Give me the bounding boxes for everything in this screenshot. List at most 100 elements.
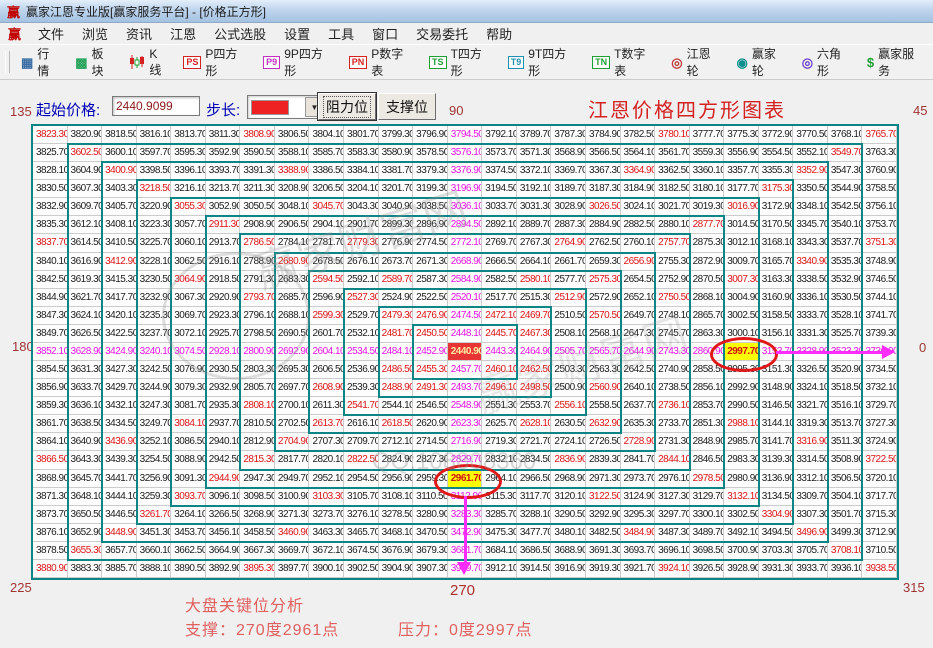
grid-cell: 3628.90: [67, 342, 103, 362]
toolbar-button-gann-wheel[interactable]: ◎ 江恩轮: [664, 45, 729, 79]
grid-cell: 3110.50: [413, 487, 448, 506]
grid-cell: 3244.90: [136, 379, 172, 398]
grid-cell: 2863.30: [689, 324, 725, 343]
grid-cell: 3475.30: [482, 523, 517, 542]
support-button[interactable]: 支撑位: [378, 93, 436, 120]
grid-cell: 2865.70: [689, 306, 725, 325]
grid-cell: 3465.70: [344, 523, 379, 542]
grid-cell: 2956.90: [378, 469, 414, 488]
grid-cell: 3362.50: [655, 162, 690, 181]
analysis-title: 大盘关键位分析: [185, 598, 305, 615]
grid-cell: 3576.10: [447, 144, 483, 163]
grid-cell: 3501.70: [827, 505, 863, 524]
grid-cell: 3808.90: [240, 126, 275, 145]
grid-cell: 3578.50: [413, 144, 448, 163]
grid-cell: 2644.90: [620, 342, 656, 362]
grid-cell: 3146.50: [758, 397, 794, 416]
grid-cell: 3936.10: [827, 559, 863, 578]
toolbar-label: T四方形: [450, 47, 482, 78]
grid-cell: 3736.90: [862, 342, 897, 362]
menu-item[interactable]: 资讯: [117, 22, 161, 45]
grid-cell: 3722.50: [862, 451, 897, 470]
grid-cell: 3652.90: [67, 523, 103, 542]
menu-item[interactable]: 文件: [29, 22, 73, 45]
grid-cell: 2985.70: [724, 433, 759, 452]
toolbar-button-p-square[interactable]: PS P四方形: [176, 45, 256, 79]
grid-cell: 2443.30: [482, 342, 517, 362]
grid-cell: 3873.70: [33, 505, 68, 524]
grid-cell: 3775.30: [724, 126, 759, 145]
toolbar-button-quotes[interactable]: ▦ 行情: [14, 45, 68, 79]
toolbar-button-9p-square[interactable]: P9 9P四方形: [256, 45, 342, 79]
grid-cell: 3489.70: [689, 523, 725, 542]
start-price-input[interactable]: [112, 96, 200, 116]
menu-item[interactable]: 窗口: [363, 22, 407, 45]
grid-cell: 3252.10: [136, 433, 172, 452]
grid-cell: 2877.70: [689, 216, 725, 235]
grid-cell: 3688.90: [551, 541, 586, 560]
grid-cell: 2690.50: [274, 324, 310, 343]
toolbar-button-p-number[interactable]: PN P数字表: [342, 45, 422, 79]
menu-item[interactable]: 浏览: [73, 22, 117, 45]
toolbar-button-winner-wheel[interactable]: ◉ 赢家轮: [729, 45, 794, 79]
grid-cell: 3924.10: [655, 559, 690, 578]
grid-cell: 3568.90: [551, 144, 586, 163]
toolbar-button-kline[interactable]: K线: [122, 47, 176, 78]
grid-cell: 3194.50: [482, 180, 517, 199]
grid-cell: 2457.70: [447, 361, 483, 380]
grid-cell: 2548.90: [447, 397, 483, 416]
grid-cell: 3784.90: [585, 126, 621, 145]
grid-cell: 3912.10: [482, 559, 517, 578]
grid-cell: 3295.30: [620, 505, 656, 524]
grid-cell: 3748.90: [862, 252, 897, 271]
grid-cell: 2450.50: [413, 324, 448, 343]
grid-cell: 2534.50: [344, 342, 379, 362]
menu-item[interactable]: 江恩: [161, 22, 205, 45]
toolbar-button-9t-square[interactable]: T9 9T四方形: [501, 45, 585, 79]
resistance-button[interactable]: 阻力位: [317, 92, 377, 121]
grid-cell: 3254.50: [136, 451, 172, 470]
grid-cell: 3420.10: [102, 306, 137, 325]
grid-cell: 2630.50: [551, 415, 586, 434]
toolbar-button-hexagon[interactable]: ◎ 六角形: [795, 45, 860, 79]
grid-cell: 2618.50: [378, 415, 414, 434]
grid-cell: 2623.30: [447, 415, 483, 434]
grid-cell: 3081.70: [171, 397, 206, 416]
grid-cell: 3336.10: [793, 288, 828, 307]
grid-cell: 3856.90: [33, 379, 68, 398]
grid-cell: 3612.10: [67, 216, 103, 235]
grid-cell: 2916.10: [205, 252, 241, 271]
grid-cell: 3667.30: [240, 541, 275, 560]
toolbar-button-t-square[interactable]: TS T四方形: [422, 45, 501, 79]
grid-cell: 3712.90: [862, 523, 897, 542]
menu-item[interactable]: 交易委托: [407, 22, 477, 45]
hexagon-icon: ◎: [801, 54, 814, 70]
grid-cell: 3602.50: [67, 144, 103, 163]
grid-cell: 3360.10: [689, 162, 725, 181]
toolbar-button-t-number[interactable]: TN T数字表: [585, 45, 664, 79]
grid-cell: 2515.30: [516, 288, 552, 307]
grid-cell: 3830.50: [33, 180, 68, 199]
grid-cell: 2628.10: [516, 415, 552, 434]
grid-cell: 3187.30: [585, 180, 621, 199]
grid-cell: 2714.50: [413, 433, 448, 452]
grid-cell: 2616.10: [344, 415, 379, 434]
menu-item[interactable]: 帮助: [477, 22, 521, 45]
menu-item[interactable]: 设置: [275, 22, 319, 45]
grid-cell: 2750.50: [655, 288, 690, 307]
grid-cell: 3096.10: [205, 487, 241, 506]
toolbar-button-sectors[interactable]: ▩ 板块: [68, 45, 122, 79]
menu-item[interactable]: 公式选股: [205, 22, 275, 45]
grid-cell: 3523.30: [827, 342, 863, 362]
menu-item[interactable]: 工具: [319, 22, 363, 45]
grid-cell: 3597.70: [136, 144, 172, 163]
grid-cell: 3247.30: [136, 397, 172, 416]
grid-cell: 3076.90: [171, 361, 206, 380]
toolbar-button-service[interactable]: $ 赢家服务: [860, 45, 933, 79]
grid-cell: 3520.90: [827, 361, 863, 380]
grid-cell: 2880.10: [655, 216, 690, 235]
grid-cell: 3050.50: [240, 198, 275, 217]
step-dropdown[interactable]: ▼: [247, 95, 325, 119]
grid-cell: 2940.10: [205, 433, 241, 452]
grid-cell: 3444.10: [102, 487, 137, 506]
